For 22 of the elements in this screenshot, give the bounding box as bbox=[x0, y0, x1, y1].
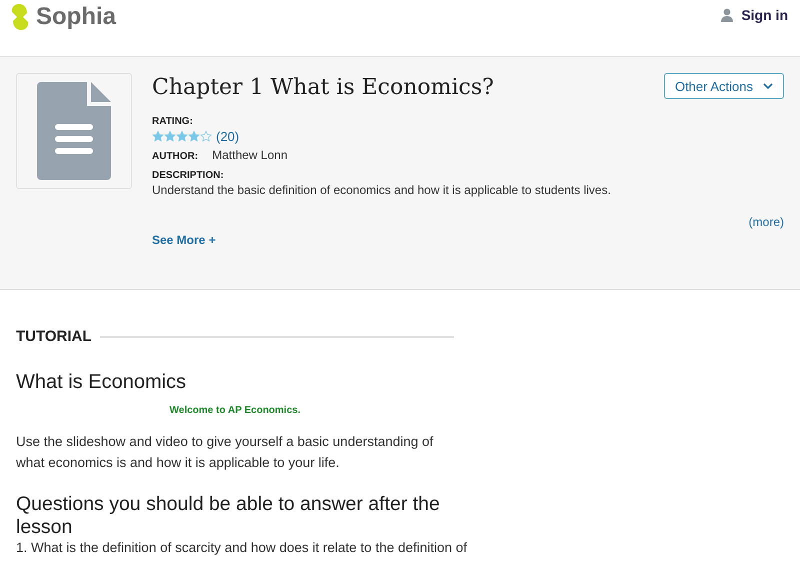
description-label: DESCRIPTION: bbox=[152, 170, 225, 181]
sign-in-button[interactable]: Sign in bbox=[721, 7, 788, 23]
intro-paragraph: Use the slideshow and video to give yourself a basic understanding of what economics is and how it is applicable to your life. bbox=[16, 433, 434, 472]
welcome-link[interactable]: Welcome to AP Economics. bbox=[170, 405, 300, 416]
document-icon bbox=[37, 82, 111, 180]
rating-label: RATING: bbox=[152, 116, 194, 127]
see-more-link[interactable]: See More + bbox=[152, 233, 216, 247]
tutorial-heading: What is Economics bbox=[16, 371, 188, 394]
description-text: Understand the basic definition of economics and how it is applicable to students lives. bbox=[152, 183, 612, 197]
user-icon bbox=[721, 8, 734, 22]
author-label: AUTHOR: bbox=[152, 151, 198, 162]
chevron-down-icon bbox=[763, 83, 773, 89]
more-link[interactable]: (more) bbox=[748, 215, 784, 229]
section-label: TUTORIAL bbox=[16, 328, 92, 345]
resource-title: Chapter 1 What is Economics? bbox=[152, 75, 494, 100]
rating-count-link[interactable]: (20) bbox=[216, 129, 240, 144]
author-name: Matthew Lonn bbox=[212, 148, 288, 162]
questions-heading: Questions you should be able to answer after the lesson bbox=[16, 493, 441, 539]
other-actions-button[interactable]: Other Actions bbox=[664, 73, 784, 99]
logo-text[interactable]: Sophia bbox=[36, 3, 116, 31]
question-text: 1. What is the definition of scarcity and how does it relate to the definition of bbox=[16, 539, 468, 557]
logo-icon bbox=[10, 3, 30, 31]
